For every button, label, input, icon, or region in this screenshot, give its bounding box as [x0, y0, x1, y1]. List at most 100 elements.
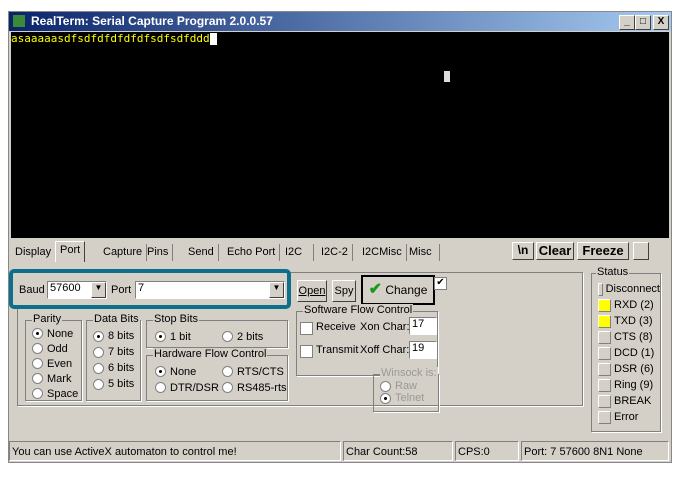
- status-name: DCD (1): [614, 347, 655, 359]
- minimize-button[interactable]: _: [619, 15, 635, 30]
- stop-bits-group: Stop Bits 1 bit 2 bits: [146, 313, 288, 348]
- data-bits-group: Data Bits 8 bits 7 bits 6 bits 5 bits: [86, 313, 141, 401]
- port-label: Port: [111, 284, 132, 296]
- open-button[interactable]: Open: [297, 280, 327, 302]
- winsock-raw[interactable]: Raw: [380, 380, 417, 392]
- status-name: Error: [614, 411, 639, 423]
- parity-none[interactable]: None: [32, 326, 81, 341]
- status-led: [598, 346, 611, 360]
- winsock-label: Winsock is:: [380, 367, 438, 379]
- receive-checkbox[interactable]: [300, 322, 313, 335]
- status-led: [598, 410, 611, 424]
- status-led: [598, 378, 611, 392]
- tab-send[interactable]: Send: [184, 244, 219, 261]
- status-indicator: DSR (6): [598, 361, 660, 377]
- chevron-down-icon[interactable]: ▼: [91, 282, 106, 298]
- clear-button[interactable]: Clear: [536, 242, 574, 260]
- status-indicator: RXD (2): [598, 297, 660, 313]
- parity-even[interactable]: Even: [32, 356, 81, 371]
- baud-label: Baud: [19, 284, 45, 296]
- freeze-button[interactable]: Freeze: [577, 242, 629, 260]
- status-name: RXD (2): [614, 299, 654, 311]
- data-bits-label: Data Bits: [93, 313, 140, 325]
- hw-flow-dtr-dsr[interactable]: DTR/DSR: [155, 380, 219, 395]
- chevron-down-icon[interactable]: ▼: [269, 282, 284, 298]
- parity-space[interactable]: Space: [32, 386, 81, 401]
- status-name: Disconnect: [605, 283, 660, 295]
- window-title: RealTerm: Serial Capture Program 2.0.0.5…: [31, 14, 273, 28]
- app-icon: [13, 15, 25, 27]
- status-indicator: DCD (1): [598, 345, 660, 361]
- hw-flow-none[interactable]: None: [155, 364, 196, 379]
- close-button[interactable]: X: [653, 15, 669, 30]
- tab-capture[interactable]: Capture: [99, 244, 148, 261]
- port-value: 7: [138, 282, 145, 294]
- status-name: Ring (9): [614, 379, 654, 391]
- hw-flow-rts-cts[interactable]: RTS/CTS: [222, 364, 284, 379]
- parity-label: Parity: [32, 313, 63, 325]
- data-bits-8[interactable]: 8 bits: [93, 328, 140, 344]
- status-name: BREAK: [614, 395, 652, 407]
- tab-i2c-2[interactable]: I2C-2: [317, 244, 353, 261]
- status-indicator: CTS (8): [598, 329, 660, 345]
- status-led: [598, 282, 603, 296]
- hw-flow-label: Hardware Flow Control: [153, 348, 268, 360]
- title-bar: RealTerm: Serial Capture Program 2.0.0.5…: [9, 12, 671, 31]
- cursor: [209, 33, 217, 45]
- port-status: Port: 7 57600 8N1 None: [521, 441, 669, 461]
- extra-button[interactable]: [633, 242, 649, 260]
- baud-select[interactable]: 57600 ▼: [47, 281, 107, 299]
- status-indicator: Disconnect: [598, 281, 660, 297]
- terminal-display[interactable]: asaaaaasdfsdfdfdfdfdfsdfsdfddd: [11, 32, 669, 238]
- port-select[interactable]: 7 ▼: [135, 281, 285, 299]
- tab-pins[interactable]: Pins: [143, 244, 174, 261]
- tab-i2c[interactable]: I2C: [281, 244, 314, 261]
- status-group: Status Disconnect RXD (2) TXD (3) CTS (8) DC…: [591, 266, 661, 432]
- status-label: Status: [596, 266, 630, 278]
- sw-flow-label: Software Flow Control: [303, 304, 414, 316]
- status-led: [598, 314, 611, 328]
- tab-i2cmisc[interactable]: I2CMisc: [358, 244, 407, 261]
- xon-input[interactable]: 17: [409, 317, 437, 335]
- parity-group: Parity None Odd Even Mark Space: [25, 313, 82, 401]
- data-bits-6[interactable]: 6 bits: [93, 360, 140, 376]
- cps: CPS:0: [455, 441, 519, 461]
- data-bits-5[interactable]: 5 bits: [93, 376, 140, 392]
- status-indicator: Ring (9): [598, 377, 660, 393]
- tab-echo-port[interactable]: Echo Port: [223, 244, 281, 261]
- winsock-telnet[interactable]: Telnet: [380, 392, 424, 404]
- hardware-flow-group: Hardware Flow Control None RTS/CTS DTR/D…: [146, 348, 288, 401]
- data-bits-7[interactable]: 7 bits: [93, 344, 140, 360]
- char-count: Char Count:58: [343, 441, 453, 461]
- status-indicator: BREAK: [598, 393, 660, 409]
- tab-display[interactable]: Display: [11, 244, 57, 261]
- spy-button[interactable]: Spy: [332, 280, 356, 302]
- realterm-window: RealTerm: Serial Capture Program 2.0.0.5…: [8, 11, 672, 463]
- change-checkbox[interactable]: ✔: [434, 277, 447, 290]
- status-name: TXD (3): [614, 315, 653, 327]
- checkmark-icon: ✔: [368, 281, 382, 298]
- tab-port[interactable]: Port: [55, 241, 86, 262]
- transmit-checkbox[interactable]: [300, 345, 313, 358]
- status-led: [598, 298, 611, 312]
- baud-value: 57600: [50, 282, 81, 294]
- receive-label: Receive: [316, 321, 356, 333]
- status-name: CTS (8): [614, 331, 653, 343]
- stop-bits-1[interactable]: 1 bit: [155, 329, 191, 344]
- status-indicator: Error: [598, 409, 660, 425]
- status-led: [598, 362, 611, 376]
- parity-mark[interactable]: Mark: [32, 371, 81, 386]
- winsock-group: Winsock is: Raw Telnet: [373, 367, 439, 412]
- status-name: DSR (6): [614, 363, 654, 375]
- parity-odd[interactable]: Odd: [32, 341, 81, 356]
- hw-flow-rs485[interactable]: RS485-rts: [222, 380, 287, 395]
- xoff-input[interactable]: 19: [409, 341, 437, 359]
- change-button[interactable]: ✔ Change: [361, 275, 435, 305]
- newline-button[interactable]: \n: [512, 242, 534, 260]
- tab-misc[interactable]: Misc: [405, 244, 440, 261]
- mouse-cursor: [444, 71, 450, 82]
- xoff-label: Xoff Char:: [360, 344, 410, 356]
- stop-bits-2[interactable]: 2 bits: [222, 329, 263, 344]
- maximize-button[interactable]: □: [635, 15, 651, 30]
- status-led: [598, 394, 611, 408]
